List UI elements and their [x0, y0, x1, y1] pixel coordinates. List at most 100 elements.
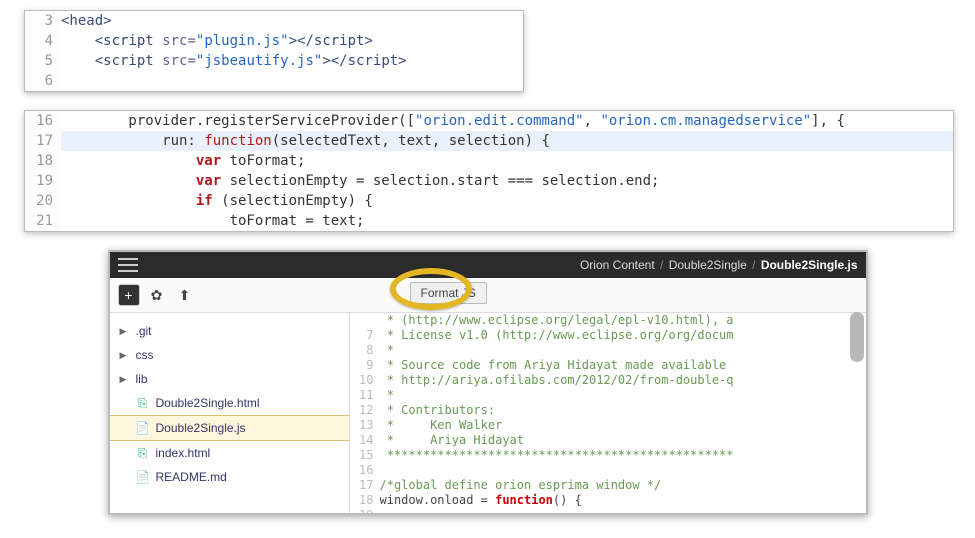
- line-content: [380, 508, 866, 513]
- line-number: 16: [25, 111, 61, 131]
- tree-folder[interactable]: .git: [110, 319, 349, 343]
- line-content: [380, 463, 866, 478]
- tree-item-label: Double2Single.js: [156, 419, 246, 437]
- tree-item-label: README.md: [156, 468, 227, 486]
- ide-body: .git css lib ⎘ Double2Single.html 📄 Double2Sin…: [110, 313, 866, 513]
- line-content: *: [380, 343, 866, 358]
- line-content: * Ariya Hidayat: [380, 433, 866, 448]
- code-line: 21 toFormat = text;: [25, 211, 953, 231]
- file-icon: 📄: [136, 470, 150, 484]
- line-content: * Ken Walker: [380, 418, 866, 433]
- tree-item-label: Double2Single.html: [156, 394, 260, 412]
- line-number: 17: [25, 131, 61, 151]
- line-content: toFormat = text;: [61, 211, 953, 231]
- editor-line: 18window.onload = function() {: [350, 493, 866, 508]
- gear-icon[interactable]: ✿: [146, 284, 168, 306]
- breadcrumb-separator: /: [752, 258, 755, 272]
- editor-line: 9 * Source code from Ariya Hidayat made …: [350, 358, 866, 373]
- tree-file[interactable]: 📄 Double2Single.js: [110, 415, 349, 441]
- editor-line: 12 * Contributors:: [350, 403, 866, 418]
- editor-pane[interactable]: * (http://www.eclipse.org/legal/epl-v10.…: [350, 313, 866, 513]
- ide-window: Orion Content / Double2Single / Double2S…: [108, 250, 868, 515]
- code-line: 19 var selectionEmpty = selection.start …: [25, 171, 953, 191]
- editor-line: * (http://www.eclipse.org/legal/epl-v10.…: [350, 313, 866, 328]
- add-button[interactable]: +: [118, 284, 140, 306]
- ide-toolbar: + ✿ ⬆ ⋮ Format JS: [110, 278, 866, 313]
- breadcrumb-current: Double2Single.js: [761, 258, 858, 272]
- code-line: 16 provider.registerServiceProvider(["or…: [25, 111, 953, 131]
- editor-line: 10 * http://ariya.ofilabs.com/2012/02/fr…: [350, 373, 866, 388]
- line-number: [350, 313, 380, 328]
- tree-folder[interactable]: lib: [110, 367, 349, 391]
- line-content: if (selectionEmpty) {: [61, 191, 953, 211]
- line-content: <script src="plugin.js"></script>: [61, 31, 523, 51]
- code-line: 5 <script src="jsbeautify.js"></script>: [25, 51, 523, 71]
- line-number: 6: [25, 71, 61, 91]
- line-number: 20: [25, 191, 61, 211]
- line-content: provider.registerServiceProvider(["orion…: [61, 111, 953, 131]
- code-line: 20 if (selectionEmpty) {: [25, 191, 953, 211]
- tree-file[interactable]: ⎘ Double2Single.html: [110, 391, 349, 415]
- breadcrumb-separator: /: [660, 258, 663, 272]
- ide-titlebar: Orion Content / Double2Single / Double2S…: [110, 252, 866, 278]
- line-content: var toFormat;: [61, 151, 953, 171]
- line-content: <head>: [61, 11, 523, 31]
- line-number: 13: [350, 418, 380, 433]
- tree-item-label: index.html: [156, 444, 211, 462]
- line-number: 18: [25, 151, 61, 171]
- editor-line: 7 * License v1.0 (http://www.eclipse.org…: [350, 328, 866, 343]
- editor-line: 16: [350, 463, 866, 478]
- line-number: 12: [350, 403, 380, 418]
- line-number: 10: [350, 373, 380, 388]
- breadcrumb-part[interactable]: Orion Content: [580, 258, 655, 272]
- code-line: 17 run: function(selectedText, text, sel…: [25, 131, 953, 151]
- line-content: var selectionEmpty = selection.start ===…: [61, 171, 953, 191]
- line-number: 16: [350, 463, 380, 478]
- line-number: 19: [25, 171, 61, 191]
- line-content: *: [380, 388, 866, 403]
- line-number: 9: [350, 358, 380, 373]
- line-content: ****************************************…: [380, 448, 866, 463]
- tree-file[interactable]: 📄 README.md: [110, 465, 349, 489]
- file-icon: 📄: [136, 421, 150, 435]
- editor-line: 13 * Ken Walker: [350, 418, 866, 433]
- format-js-button[interactable]: Format JS: [410, 282, 487, 304]
- tree-folder[interactable]: css: [110, 343, 349, 367]
- menu-icon[interactable]: [118, 258, 138, 272]
- breadcrumb: Orion Content / Double2Single / Double2S…: [580, 258, 858, 272]
- code-line: 4 <script src="plugin.js"></script>: [25, 31, 523, 51]
- editor-line: 15 *************************************…: [350, 448, 866, 463]
- line-number: 7: [350, 328, 380, 343]
- file-icon: ⎘: [136, 446, 150, 460]
- code-line: 18 var toFormat;: [25, 151, 953, 171]
- line-content: [61, 71, 523, 91]
- line-content: * (http://www.eclipse.org/legal/epl-v10.…: [380, 313, 866, 328]
- line-content: /*global define orion esprima window */: [380, 478, 866, 493]
- line-number: 14: [350, 433, 380, 448]
- editor-line: 8 *: [350, 343, 866, 358]
- tree-item-label: .git: [136, 322, 152, 340]
- line-number: 19: [350, 508, 380, 513]
- line-number: 8: [350, 343, 380, 358]
- line-number: 4: [25, 31, 61, 51]
- editor-line: 11 *: [350, 388, 866, 403]
- line-content: * Contributors:: [380, 403, 866, 418]
- line-content: window.onload = function() {: [380, 493, 866, 508]
- file-tree[interactable]: .git css lib ⎘ Double2Single.html 📄 Double2Sin…: [110, 313, 350, 513]
- scrollbar[interactable]: [850, 312, 864, 362]
- line-number: 21: [25, 211, 61, 231]
- tree-file[interactable]: ⎘ index.html: [110, 441, 349, 465]
- upload-icon[interactable]: ⬆: [174, 284, 196, 306]
- line-number: 3: [25, 11, 61, 31]
- line-content: * http://ariya.ofilabs.com/2012/02/from-…: [380, 373, 866, 388]
- file-icon: ⎘: [136, 396, 150, 410]
- breadcrumb-part[interactable]: Double2Single: [669, 258, 747, 272]
- line-number: 17: [350, 478, 380, 493]
- line-content: * License v1.0 (http://www.eclipse.org/o…: [380, 328, 866, 343]
- line-content: * Source code from Ariya Hidayat made av…: [380, 358, 866, 373]
- line-content: run: function(selectedText, text, select…: [61, 131, 953, 151]
- tree-item-label: lib: [136, 370, 148, 388]
- code-snippet-1: 3<head>4 <script src="plugin.js"></scrip…: [24, 10, 524, 92]
- line-number: 18: [350, 493, 380, 508]
- editor-line: 19: [350, 508, 866, 513]
